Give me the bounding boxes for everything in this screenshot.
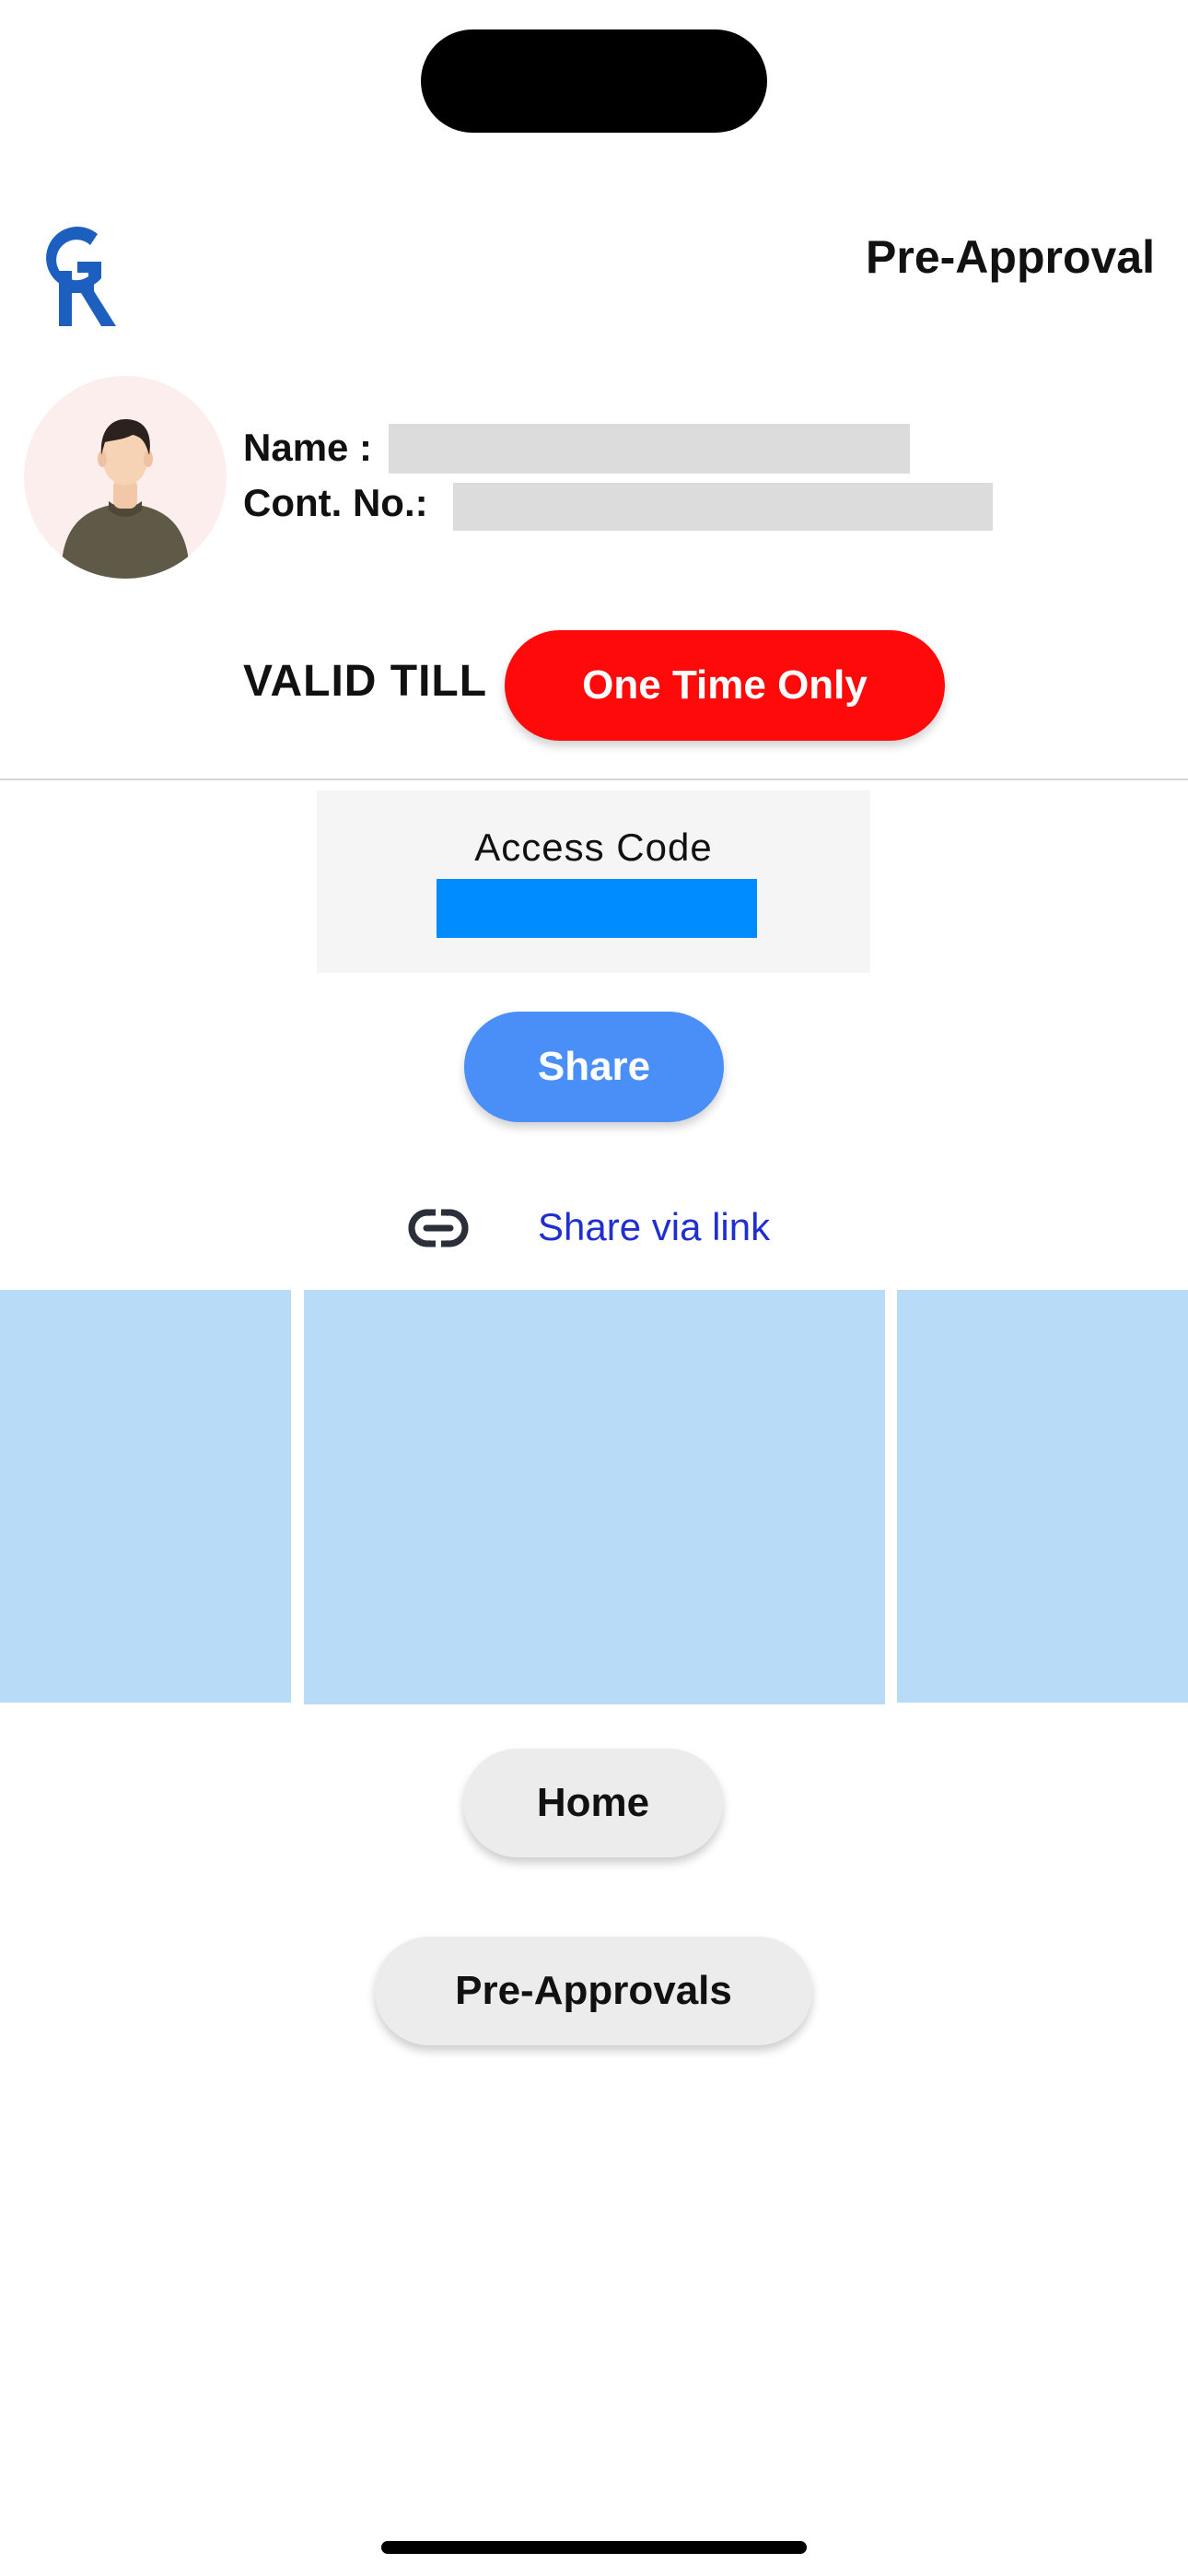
camera-notch bbox=[421, 29, 767, 133]
page-title: Pre-Approval bbox=[866, 231, 1155, 283]
gr-logo: GR bbox=[46, 226, 116, 326]
home-indicator[interactable] bbox=[381, 2541, 807, 2554]
carousel-tile-left[interactable] bbox=[0, 1290, 291, 1703]
validity-badge: One Time Only bbox=[505, 630, 945, 741]
divider bbox=[0, 779, 1188, 780]
share-button[interactable]: Share bbox=[464, 1012, 724, 1122]
access-code-label: Access Code bbox=[474, 825, 713, 869]
share-via-link[interactable]: Share via link bbox=[538, 1205, 770, 1249]
contact-value-redacted bbox=[453, 483, 993, 531]
pre-approvals-button[interactable]: Pre-Approvals bbox=[375, 1937, 812, 2045]
name-label: Name : bbox=[243, 426, 373, 469]
access-code-card: Access Code bbox=[317, 790, 870, 973]
carousel-tile-right[interactable] bbox=[897, 1290, 1188, 1703]
valid-till-label: VALID TILL bbox=[243, 657, 488, 706]
contact-label: Cont. No.: bbox=[243, 481, 428, 524]
carousel-tile-center[interactable] bbox=[304, 1290, 885, 1704]
access-code-value-redacted bbox=[437, 879, 757, 938]
name-value-redacted bbox=[389, 424, 910, 474]
home-button[interactable]: Home bbox=[463, 1749, 723, 1857]
avatar bbox=[24, 376, 227, 579]
link-icon[interactable] bbox=[408, 1203, 469, 1253]
